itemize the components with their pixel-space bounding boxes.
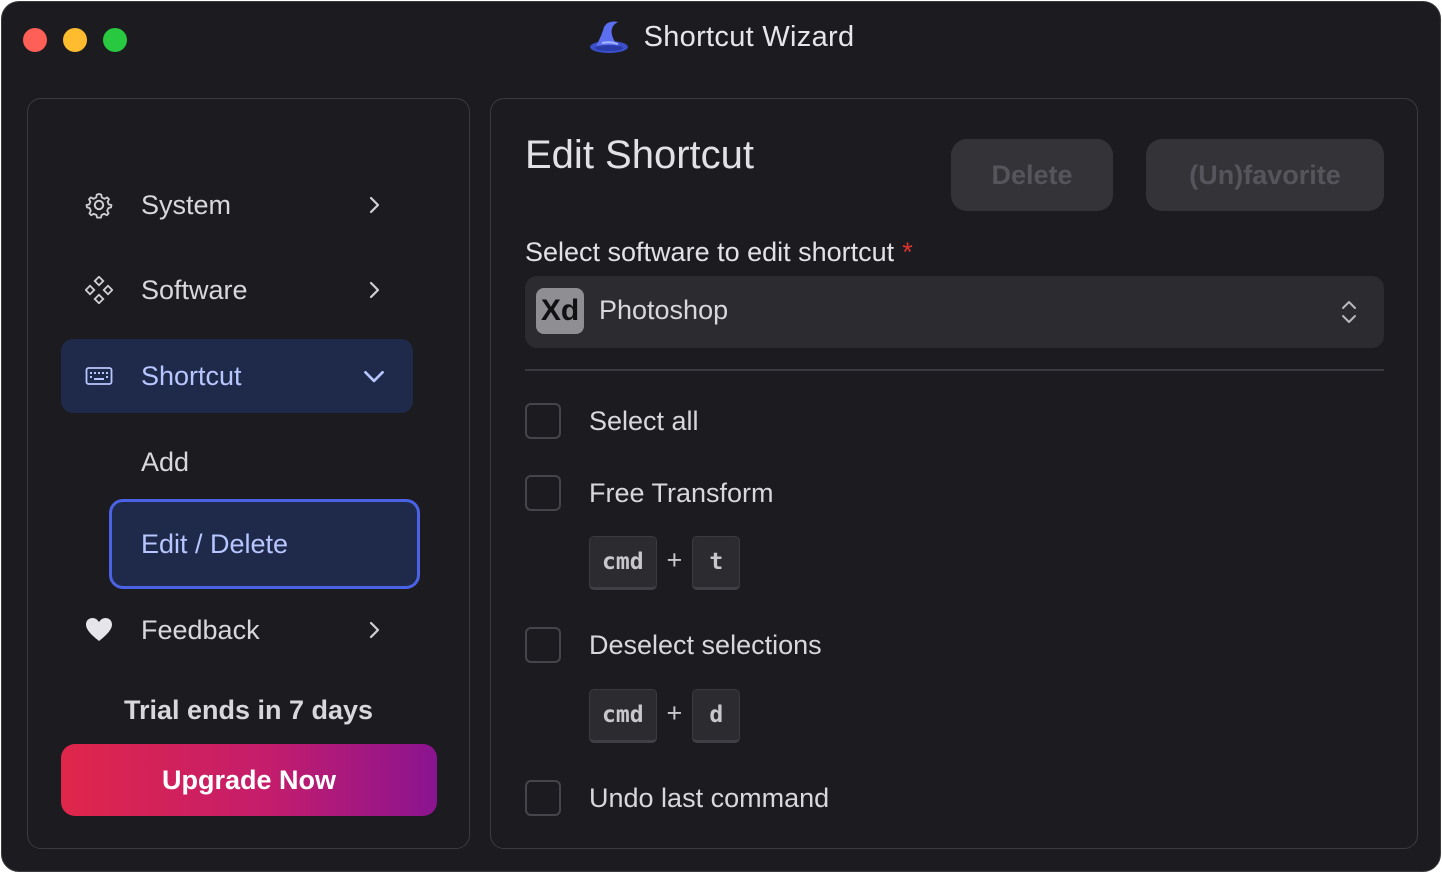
- app-window: Shortcut Wizard System Software Shortcut…: [1, 1, 1441, 872]
- sidebar-item-software[interactable]: Software: [61, 253, 413, 327]
- software-select-value: Photoshop: [599, 295, 729, 325]
- wizard-hat-icon: [589, 21, 628, 53]
- delete-button[interactable]: Delete: [951, 139, 1113, 211]
- key-combo-free-transform: cmd + t: [589, 536, 741, 590]
- key-cap: t: [692, 536, 741, 590]
- sidebar: System Software Shortcut Add Edit / Dele…: [27, 98, 470, 849]
- sidebar-item-label: Feedback: [141, 614, 260, 645]
- page-title: Edit Shortcut: [525, 133, 755, 177]
- heart-icon: [86, 618, 112, 641]
- undo-checkbox[interactable]: [525, 780, 561, 816]
- key-cap: cmd: [589, 689, 657, 743]
- key-cap: d: [692, 689, 741, 743]
- plus-sign: +: [666, 697, 683, 728]
- up-down-chevron-icon: [1342, 301, 1356, 323]
- deselect-checkbox[interactable]: [525, 627, 561, 663]
- gear-icon: [85, 193, 113, 219]
- chevron-down-icon: [364, 370, 384, 383]
- field-label-text: Select software to edit shortcut: [525, 237, 895, 267]
- select-all-checkbox[interactable]: [525, 403, 561, 439]
- subitem-label: Add: [141, 446, 190, 477]
- shortcut-row-deselect: Deselect selections: [525, 625, 822, 665]
- diamond-dots-icon: [85, 276, 113, 304]
- edit-shortcut-panel: Edit Shortcut Delete (Un)favorite Select…: [490, 98, 1418, 849]
- shortcut-label: Undo last command: [589, 782, 830, 813]
- sidebar-item-label: System: [141, 189, 232, 220]
- sidebar-item-label: Shortcut: [141, 360, 242, 391]
- required-mark: *: [902, 237, 913, 267]
- shortcut-row-free-transform: Free Transform: [525, 473, 774, 513]
- key-combo-deselect: cmd + d: [589, 689, 741, 743]
- xd-app-icon: Xd: [536, 288, 584, 334]
- sidebar-item-label: Software: [141, 274, 248, 305]
- shortcut-row-select-all: Select all: [525, 401, 699, 441]
- unfavorite-button[interactable]: (Un)favorite: [1146, 139, 1384, 211]
- title-bar: Shortcut Wizard: [2, 2, 1440, 78]
- chevron-right-icon: [369, 196, 380, 214]
- sidebar-subitem-add[interactable]: Add: [108, 420, 418, 504]
- sidebar-item-system[interactable]: System: [61, 168, 413, 242]
- software-field-label: Select software to edit shortcut *: [525, 237, 913, 268]
- keyboard-icon: [85, 367, 113, 385]
- software-select[interactable]: Xd Photoshop: [525, 276, 1384, 348]
- key-cap: cmd: [589, 536, 657, 590]
- plus-sign: +: [666, 544, 683, 575]
- window-title: Shortcut Wizard: [643, 20, 855, 53]
- chevron-right-icon: [369, 281, 380, 299]
- divider: [525, 369, 1384, 371]
- shortcut-row-undo: Undo last command: [525, 778, 829, 818]
- shortcut-label: Select all: [589, 405, 699, 436]
- shortcut-label: Deselect selections: [589, 629, 822, 660]
- trial-notice: Trial ends in 7 days: [123, 695, 374, 725]
- chevron-right-icon: [369, 621, 380, 639]
- shortcut-label: Free Transform: [589, 477, 774, 508]
- subitem-label: Edit / Delete: [141, 528, 289, 559]
- sidebar-item-shortcut[interactable]: Shortcut: [61, 339, 413, 413]
- upgrade-now-button[interactable]: Upgrade Now: [61, 744, 437, 816]
- sidebar-subitem-edit-delete[interactable]: Edit / Delete: [109, 499, 420, 589]
- free-transform-checkbox[interactable]: [525, 475, 561, 511]
- sidebar-item-feedback[interactable]: Feedback: [61, 593, 413, 667]
